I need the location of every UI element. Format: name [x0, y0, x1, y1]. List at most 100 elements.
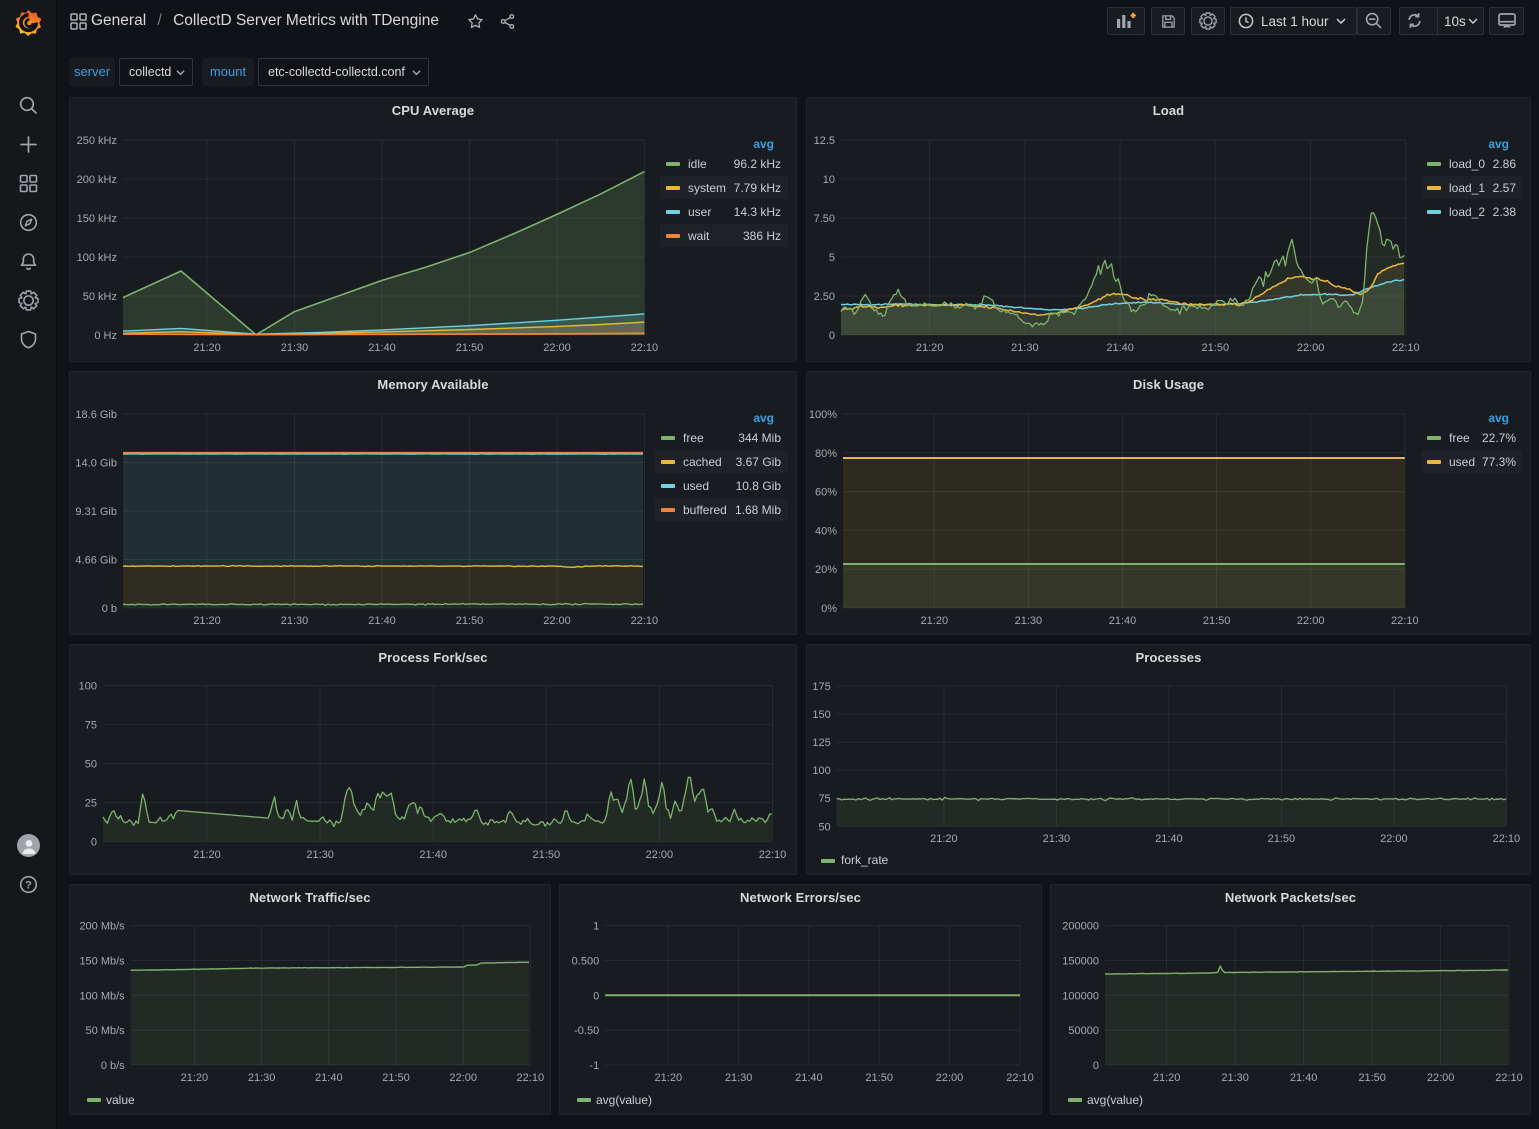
svg-text:21:40: 21:40 — [419, 849, 447, 861]
svg-text:25: 25 — [85, 798, 97, 810]
svg-text:21:30: 21:30 — [1015, 615, 1043, 627]
svg-text:21:40: 21:40 — [368, 615, 396, 627]
svg-text:22:00: 22:00 — [1297, 342, 1325, 354]
svg-text:175: 175 — [812, 681, 830, 693]
svg-text:21:40: 21:40 — [315, 1072, 343, 1084]
svg-text:22:00: 22:00 — [936, 1072, 964, 1084]
svg-text:22:00: 22:00 — [543, 342, 571, 354]
svg-text:200 Mb/s: 200 Mb/s — [79, 921, 125, 933]
svg-text:21:50: 21:50 — [533, 849, 561, 861]
svg-text:22:10: 22:10 — [759, 849, 787, 861]
svg-text:21:40: 21:40 — [1106, 342, 1134, 354]
svg-text:21:30: 21:30 — [1221, 1072, 1249, 1084]
svg-text:80%: 80% — [815, 448, 837, 460]
svg-text:21:50: 21:50 — [1202, 342, 1230, 354]
svg-text:21:50: 21:50 — [1203, 615, 1231, 627]
svg-text:21:50: 21:50 — [456, 615, 484, 627]
svg-text:100: 100 — [79, 681, 97, 693]
svg-text:21:40: 21:40 — [795, 1072, 823, 1084]
svg-text:22:00: 22:00 — [1297, 615, 1325, 627]
svg-text:20%: 20% — [815, 564, 837, 576]
svg-text:0 Hz: 0 Hz — [94, 330, 117, 342]
svg-text:21:40: 21:40 — [1290, 1072, 1318, 1084]
svg-text:21:30: 21:30 — [306, 849, 334, 861]
svg-text:21:20: 21:20 — [921, 615, 949, 627]
svg-text:22:00: 22:00 — [646, 849, 674, 861]
svg-text:1: 1 — [593, 921, 599, 933]
svg-text:2.50: 2.50 — [814, 291, 835, 303]
svg-text:0 b: 0 b — [102, 603, 117, 615]
svg-text:0: 0 — [1093, 1060, 1099, 1072]
svg-text:-1: -1 — [589, 1060, 599, 1072]
svg-text:50 Mb/s: 50 Mb/s — [86, 1025, 126, 1037]
svg-text:200000: 200000 — [1062, 921, 1099, 933]
svg-text:21:30: 21:30 — [1011, 342, 1039, 354]
svg-text:100 Mb/s: 100 Mb/s — [79, 990, 125, 1002]
svg-text:21:40: 21:40 — [368, 342, 396, 354]
svg-text:250 kHz: 250 kHz — [77, 135, 117, 147]
svg-text:50 kHz: 50 kHz — [83, 291, 117, 303]
svg-text:22:00: 22:00 — [543, 615, 571, 627]
svg-text:22:10: 22:10 — [1006, 1072, 1034, 1084]
svg-text:50: 50 — [818, 821, 830, 833]
svg-text:4.66 Gib: 4.66 Gib — [75, 555, 117, 567]
svg-text:21:40: 21:40 — [1109, 615, 1137, 627]
svg-text:60%: 60% — [815, 487, 837, 499]
svg-text:21:20: 21:20 — [193, 615, 221, 627]
svg-text:75: 75 — [85, 720, 97, 732]
svg-text:75: 75 — [818, 793, 830, 805]
svg-text:0: 0 — [829, 330, 835, 342]
svg-text:21:30: 21:30 — [281, 342, 309, 354]
svg-text:21:30: 21:30 — [725, 1072, 753, 1084]
svg-text:0%: 0% — [821, 603, 837, 615]
svg-text:22:10: 22:10 — [1392, 342, 1420, 354]
svg-text:21:40: 21:40 — [1155, 833, 1183, 845]
svg-text:12.5: 12.5 — [814, 135, 835, 147]
svg-text:100 kHz: 100 kHz — [77, 252, 117, 264]
svg-text:21:50: 21:50 — [456, 342, 484, 354]
svg-text:0 b/s: 0 b/s — [101, 1060, 125, 1072]
svg-text:21:20: 21:20 — [193, 849, 221, 861]
svg-text:5: 5 — [829, 252, 835, 264]
svg-text:50000: 50000 — [1068, 1025, 1099, 1037]
svg-text:22:10: 22:10 — [517, 1072, 545, 1084]
svg-text:22:10: 22:10 — [1391, 615, 1419, 627]
svg-text:150000: 150000 — [1062, 956, 1099, 968]
svg-text:100: 100 — [812, 765, 830, 777]
svg-text:0: 0 — [593, 990, 599, 1002]
svg-text:7.50: 7.50 — [814, 213, 835, 225]
svg-text:21:30: 21:30 — [248, 1072, 276, 1084]
svg-text:21:20: 21:20 — [655, 1072, 683, 1084]
svg-text:21:20: 21:20 — [1153, 1072, 1181, 1084]
svg-text:10: 10 — [823, 174, 835, 186]
svg-text:22:00: 22:00 — [1427, 1072, 1455, 1084]
svg-text:125: 125 — [812, 737, 830, 749]
svg-text:21:20: 21:20 — [181, 1072, 209, 1084]
svg-text:22:10: 22:10 — [631, 615, 659, 627]
svg-text:22:00: 22:00 — [1380, 833, 1408, 845]
svg-text:100%: 100% — [809, 409, 837, 421]
svg-text:-0.50: -0.50 — [574, 1025, 599, 1037]
svg-text:?: ? — [25, 880, 32, 892]
svg-text:0: 0 — [91, 837, 97, 849]
svg-text:21:50: 21:50 — [865, 1072, 893, 1084]
svg-text:22:10: 22:10 — [631, 342, 659, 354]
svg-text:21:50: 21:50 — [1268, 833, 1296, 845]
svg-text:22:10: 22:10 — [1493, 833, 1521, 845]
svg-text:21:30: 21:30 — [281, 615, 309, 627]
svg-text:22:10: 22:10 — [1495, 1072, 1523, 1084]
svg-text:100000: 100000 — [1062, 990, 1099, 1002]
svg-text:0.500: 0.500 — [572, 956, 600, 968]
svg-text:150: 150 — [812, 709, 830, 721]
svg-text:150 Mb/s: 150 Mb/s — [79, 956, 125, 968]
svg-text:50: 50 — [85, 759, 97, 771]
svg-text:21:20: 21:20 — [930, 833, 958, 845]
svg-text:18.6 Gib: 18.6 Gib — [75, 409, 117, 421]
svg-text:21:20: 21:20 — [916, 342, 944, 354]
svg-text:21:50: 21:50 — [1358, 1072, 1386, 1084]
svg-text:14.0 Gib: 14.0 Gib — [75, 458, 117, 470]
svg-text:200 kHz: 200 kHz — [77, 174, 117, 186]
svg-text:9.31 Gib: 9.31 Gib — [75, 506, 117, 518]
svg-text:40%: 40% — [815, 525, 837, 537]
svg-text:21:30: 21:30 — [1043, 833, 1071, 845]
